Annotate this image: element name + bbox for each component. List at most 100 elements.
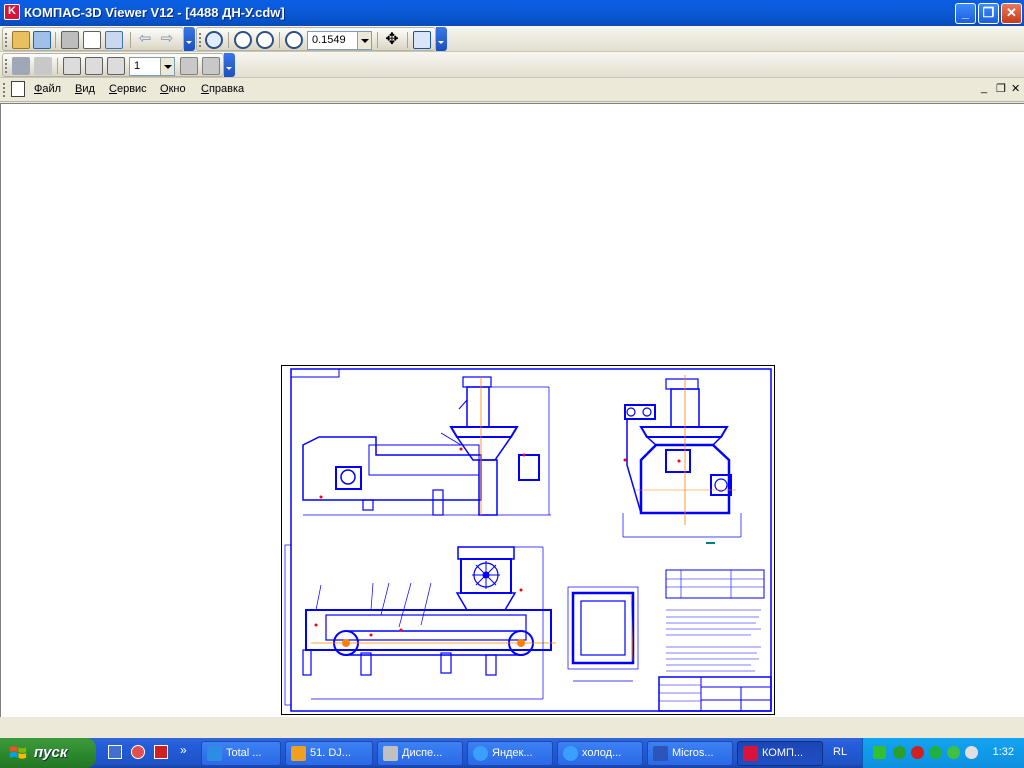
refresh-icon[interactable] (413, 31, 431, 49)
taskbar-tab-winamp[interactable]: 51. DJ... (285, 741, 373, 766)
layer-icon[interactable] (63, 57, 81, 75)
minimize-button[interactable]: _ (955, 3, 976, 24)
security-icon[interactable] (893, 746, 906, 759)
settings-icon[interactable] (965, 746, 978, 759)
menu-window[interactable]: Окно (160, 83, 186, 95)
quicklaunch-more-chevron[interactable]: » (180, 743, 187, 757)
tab-label: Яндек... (492, 747, 533, 759)
title-bar[interactable]: КОМПАС-3D Viewer V12 - [4488 ДН-У.cdw] _… (0, 0, 1024, 26)
standard-toolbar: ⇦ ⇨ 0.1549 ✥ (0, 26, 1024, 52)
taskbar-tab-word[interactable]: Micros... (647, 741, 733, 766)
pointer-icon[interactable] (12, 57, 30, 75)
clock[interactable]: 1:32 (993, 746, 1014, 758)
zoom-window-icon[interactable] (205, 31, 223, 49)
maximize-button[interactable]: ❐ (978, 3, 999, 24)
zoom-scale-icon[interactable] (285, 31, 303, 49)
winamp-icon (291, 746, 306, 761)
task-manager-icon (383, 746, 398, 761)
next-sheet-icon[interactable] (202, 57, 220, 75)
taskbar-tab-total-commander[interactable]: Total ... (201, 741, 281, 766)
preview-icon[interactable] (83, 31, 101, 49)
page-number-combo[interactable]: 1 (129, 57, 175, 76)
toolbar-separator (130, 32, 131, 48)
toolbar-more-chevron[interactable] (436, 27, 447, 51)
toolbar-separator (228, 32, 229, 48)
close-button[interactable]: ✕ (1001, 3, 1022, 24)
toolbar-group-sheets: 1 (2, 53, 224, 77)
zoom-scale-combo[interactable]: 0.1549 (307, 31, 372, 50)
doc-minimize-button[interactable]: _ (981, 82, 987, 94)
total-commander-icon (207, 746, 222, 761)
chevron-down-icon[interactable] (357, 32, 371, 49)
menu-bar: Файл Вид Сервис Окно Справка _ ❐ ✕ (0, 78, 1024, 102)
back-icon[interactable]: ⇦ (136, 31, 154, 49)
tab-label: Micros... (672, 747, 714, 759)
prev-sheet-icon[interactable] (180, 57, 198, 75)
toolbar-group-file: ⇦ ⇨ (2, 27, 184, 51)
toolbar-grip[interactable] (5, 59, 8, 73)
taskbar-tab-browser[interactable]: холод... (557, 741, 643, 766)
system-tray: 1:32 (862, 738, 1024, 768)
kompas-app-icon[interactable] (4, 4, 20, 20)
menu-help[interactable]: Справка (201, 83, 244, 95)
toolbar-more-chevron[interactable] (224, 53, 235, 77)
chevron-down-icon[interactable] (160, 58, 174, 75)
taskbar-tab-kompas[interactable]: КОМП... (737, 741, 823, 766)
toolbar-separator (407, 32, 408, 48)
start-button[interactable]: пуск (0, 738, 96, 768)
menu-grip[interactable] (3, 83, 6, 97)
network-icon[interactable] (873, 746, 886, 759)
forward-icon[interactable]: ⇨ (158, 31, 176, 49)
open-icon[interactable] (12, 31, 30, 49)
sheet-border-outer (281, 365, 775, 715)
menu-view[interactable]: Вид (75, 83, 95, 95)
drawing-canvas[interactable] (0, 103, 1024, 717)
language-indicator[interactable]: RL (833, 746, 847, 758)
document-icon[interactable] (11, 81, 25, 97)
taskbar-tab-yandex[interactable]: Яндек... (467, 741, 553, 766)
view-toolbar: 1 (0, 52, 1024, 78)
eraser-icon[interactable] (34, 57, 52, 75)
menu-file[interactable]: Файл (34, 83, 61, 95)
quicklaunch-app-icon[interactable] (154, 745, 168, 759)
quicklaunch-browser-icon[interactable] (131, 745, 145, 759)
pan-icon[interactable]: ✥ (383, 31, 401, 49)
word-icon (653, 746, 668, 761)
zoom-scale-value: 0.1549 (312, 34, 346, 46)
icq-icon[interactable] (947, 746, 960, 759)
view-icon[interactable] (107, 57, 125, 75)
sheet-icon[interactable] (85, 57, 103, 75)
window-title: КОМПАС-3D Viewer V12 - [4488 ДН-У.cdw] (24, 5, 285, 20)
agent-icon[interactable] (929, 746, 942, 759)
toolbar-grip[interactable] (5, 33, 8, 47)
windows-logo-icon (9, 746, 27, 759)
recent-icon[interactable] (33, 31, 51, 49)
page-number-value: 1 (134, 60, 141, 72)
menu-service[interactable]: Сервис (109, 83, 147, 95)
toolbar-separator (57, 58, 58, 74)
zoom-out-icon[interactable] (256, 31, 274, 49)
tab-label: 51. DJ... (310, 747, 351, 759)
tab-label: КОМП... (762, 747, 804, 759)
doc-restore-button[interactable]: ❐ (996, 82, 1006, 95)
toolbar-more-chevron[interactable] (184, 27, 195, 51)
ie-icon (473, 746, 488, 761)
tab-label: Диспе... (402, 747, 443, 759)
tab-label: холод... (582, 747, 622, 759)
print-icon[interactable] (61, 31, 79, 49)
quicklaunch-desktop-icon[interactable] (108, 745, 122, 759)
antivirus-icon[interactable] (911, 746, 924, 759)
toolbar-grip[interactable] (199, 33, 202, 47)
toolbar-group-view: 0.1549 ✥ (196, 27, 436, 51)
ie-icon (563, 746, 578, 761)
toolbar-separator (279, 32, 280, 48)
zoom-in-icon[interactable] (234, 31, 252, 49)
toolbar-separator (55, 32, 56, 48)
taskbar-tab-task-manager[interactable]: Диспе... (377, 741, 463, 766)
start-label: пуск (34, 744, 68, 761)
cad-drawing-sheet[interactable] (281, 365, 775, 715)
kompas-icon (743, 746, 758, 761)
export-icon[interactable] (105, 31, 123, 49)
toolbar-separator (377, 32, 378, 48)
doc-close-button[interactable]: ✕ (1011, 82, 1020, 95)
